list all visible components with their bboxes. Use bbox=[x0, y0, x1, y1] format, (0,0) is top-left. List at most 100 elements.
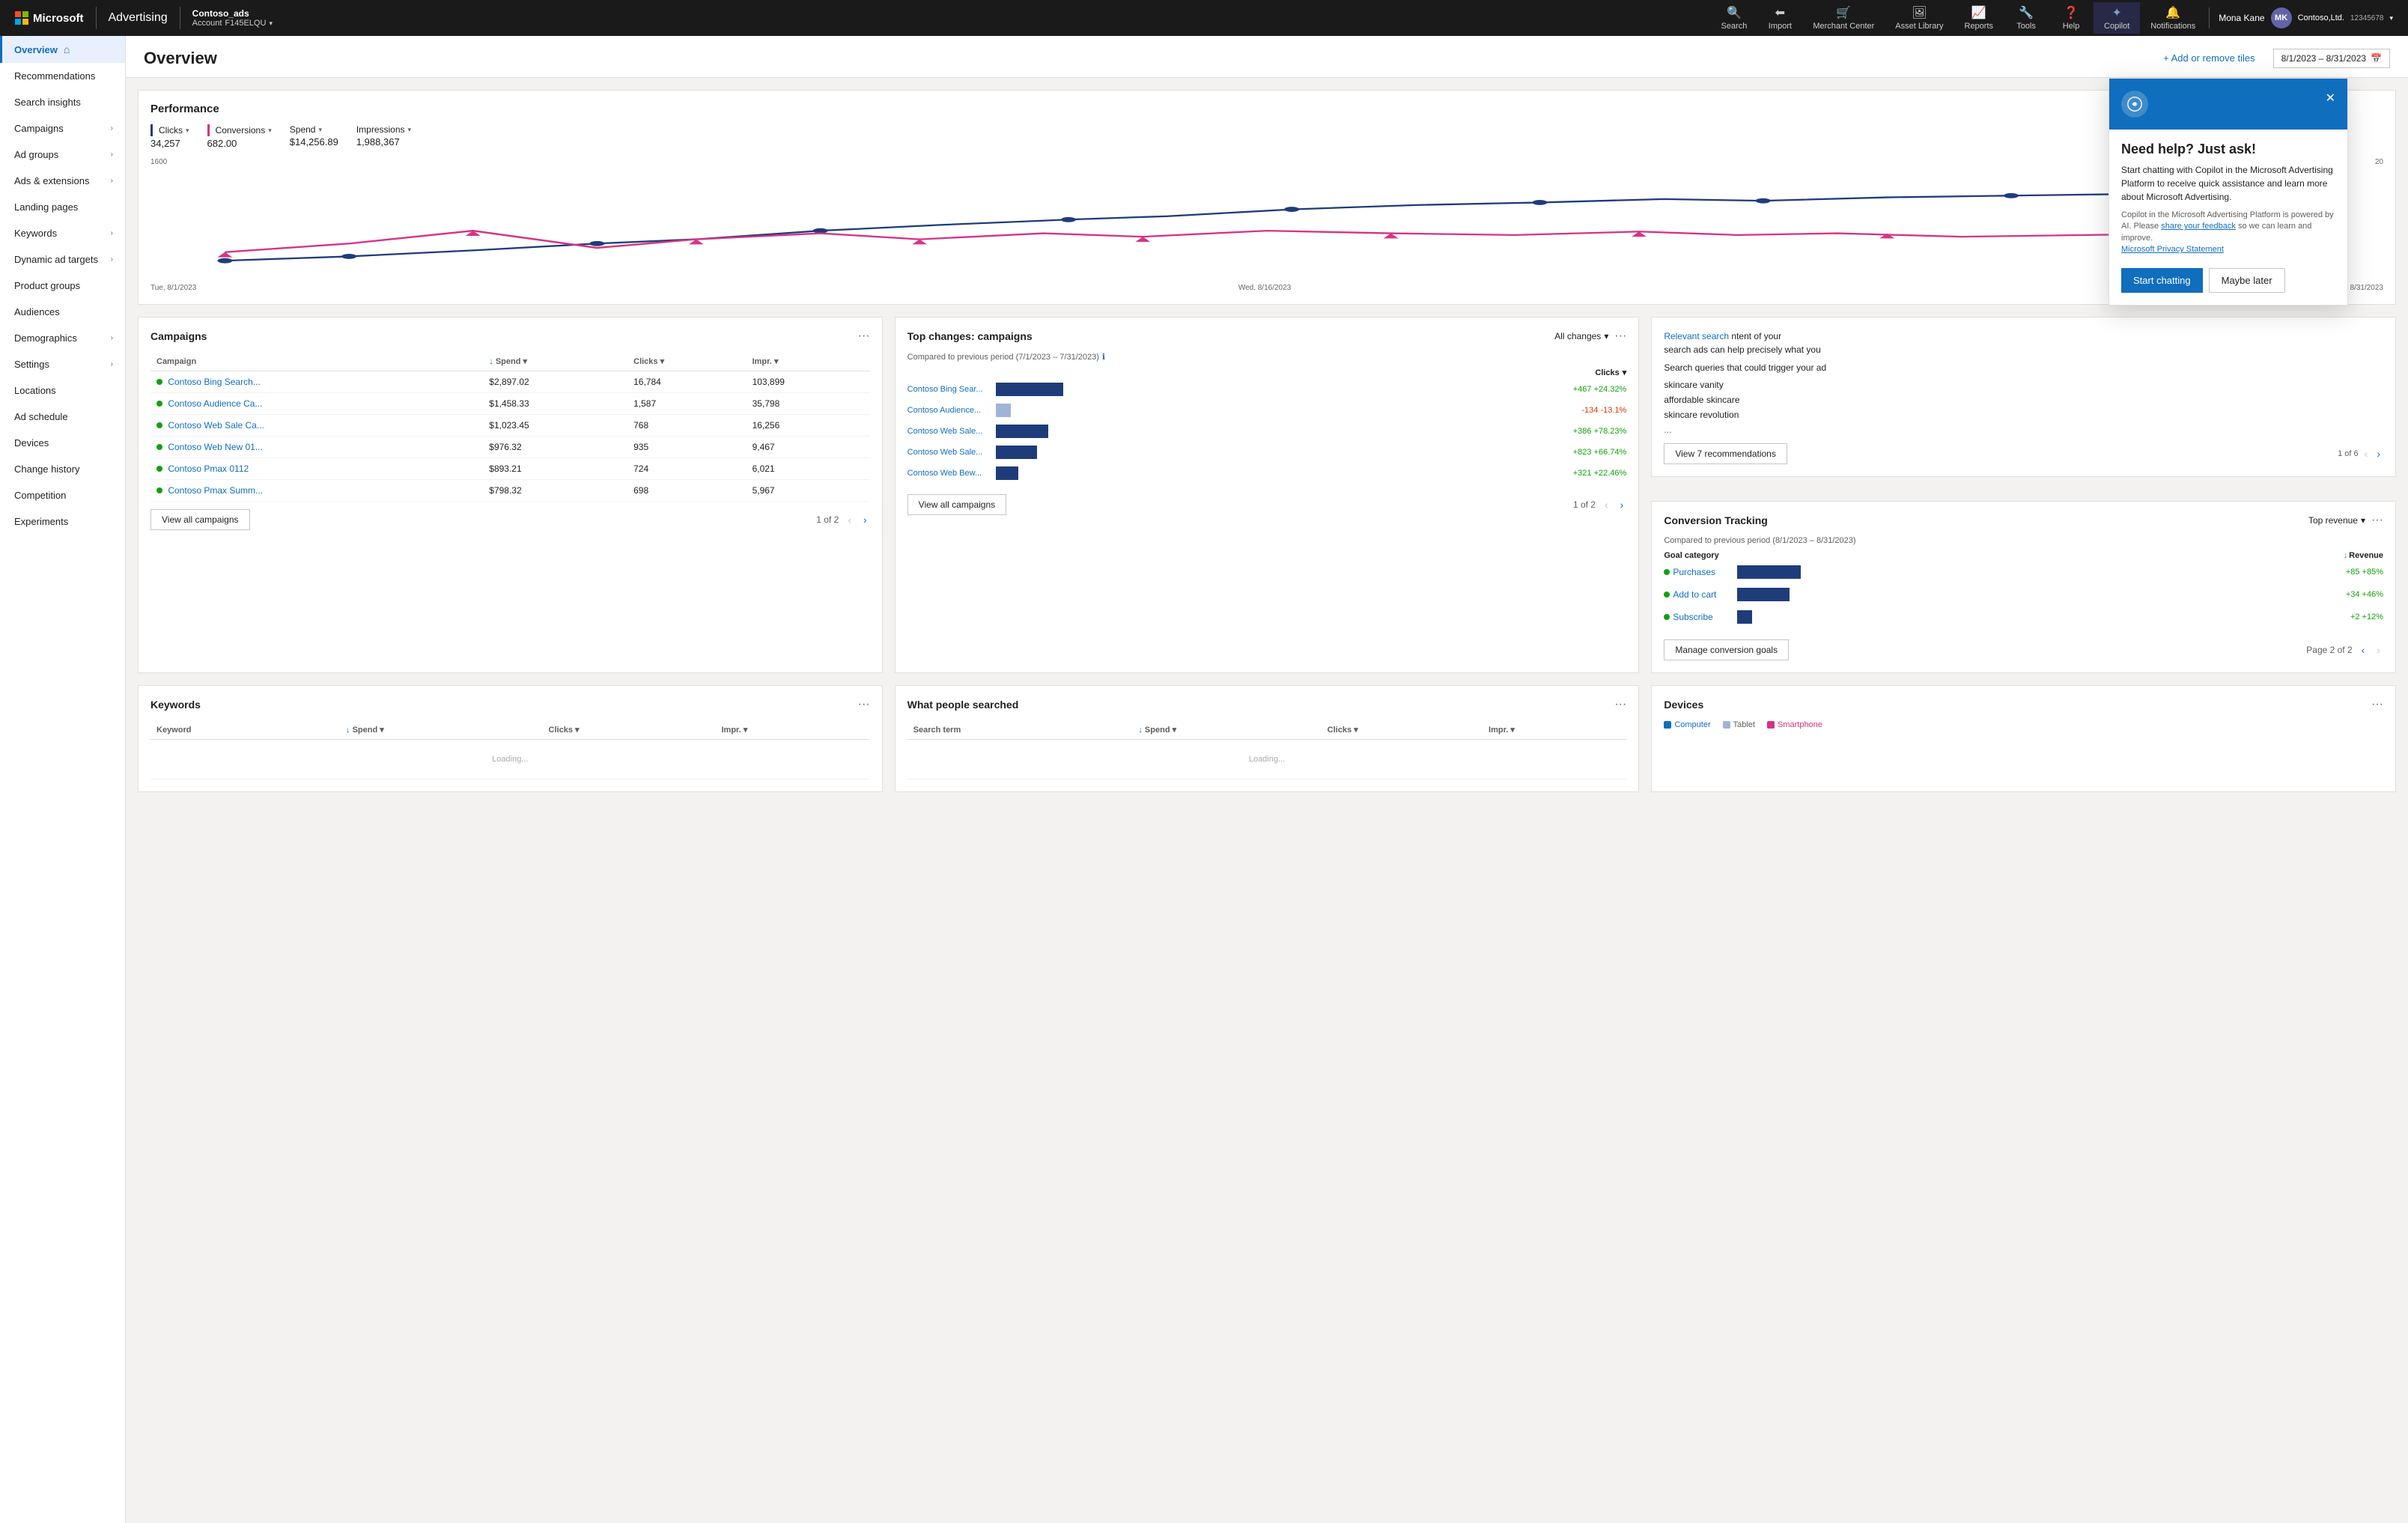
kw-spend-sort-icon[interactable]: ▾ bbox=[380, 726, 384, 735]
searched-spend-sort-icon[interactable]: ▾ bbox=[1173, 726, 1177, 735]
top-changes-title: Top changes: campaigns bbox=[907, 330, 1033, 342]
top-change-label[interactable]: Contoso Bing Sear... bbox=[907, 385, 990, 394]
top-changes-more-icon[interactable]: ··· bbox=[1614, 329, 1626, 343]
sidebar-item-ad-groups[interactable]: Ad groups › bbox=[0, 142, 125, 168]
what-searched-more-icon[interactable]: ··· bbox=[1614, 698, 1626, 711]
clicks-sort-icon[interactable]: ▾ bbox=[660, 357, 665, 366]
keywords-card-header: Keywords ··· bbox=[150, 698, 870, 711]
keywords-more-icon[interactable]: ··· bbox=[858, 698, 870, 711]
date-range-value: 8/1/2023 – 8/31/2023 bbox=[2281, 53, 2366, 64]
conv-prev-button[interactable]: ‹ bbox=[2359, 644, 2368, 656]
sidebar-item-experiments[interactable]: Experiments bbox=[0, 508, 125, 535]
privacy-link[interactable]: Microsoft Privacy Statement bbox=[2121, 245, 2224, 254]
clicks-color-bar bbox=[150, 124, 153, 136]
sidebar-item-overview[interactable]: Overview ⌂ bbox=[0, 36, 125, 63]
campaign-name-link[interactable]: Contoso Pmax Summ... bbox=[168, 485, 263, 496]
sidebar-item-dynamic-ad-targets[interactable]: Dynamic ad targets › bbox=[0, 246, 125, 273]
searched-clicks-sort-icon[interactable]: ▾ bbox=[1354, 726, 1358, 735]
searched-impr-sort-icon[interactable]: ▾ bbox=[1510, 726, 1515, 735]
rec-next-button[interactable]: › bbox=[2374, 448, 2383, 460]
sidebar-item-audiences[interactable]: Audiences bbox=[0, 299, 125, 325]
nav-item-import[interactable]: ⬅ Import bbox=[1757, 2, 1802, 34]
keywords-header-row: Keyword ↓ Spend ▾ Clicks ▾ bbox=[150, 720, 870, 740]
campaigns-col-impr: Impr. ▾ bbox=[747, 352, 870, 371]
sidebar-item-settings[interactable]: Settings › bbox=[0, 351, 125, 377]
top-change-label[interactable]: Contoso Web Sale... bbox=[907, 427, 990, 436]
spend-label: Spend bbox=[290, 124, 316, 135]
campaign-name-link[interactable]: Contoso Bing Search... bbox=[168, 377, 260, 387]
top-change-label[interactable]: Contoso Web Bew... bbox=[907, 469, 990, 478]
impr-sort-icon[interactable]: ▾ bbox=[774, 357, 779, 366]
start-chatting-button[interactable]: Start chatting bbox=[2121, 268, 2203, 293]
top-changes-next-button[interactable]: › bbox=[1617, 499, 1627, 511]
view-all-top-changes-button[interactable]: View all campaigns bbox=[907, 494, 1007, 515]
spend-sort-icon[interactable]: ▾ bbox=[523, 357, 528, 366]
campaign-clicks-cell: 768 bbox=[627, 415, 746, 437]
kw-clicks-sort-icon[interactable]: ▾ bbox=[575, 726, 580, 735]
nav-item-notifications[interactable]: 🔔 Notifications bbox=[2140, 2, 2206, 34]
campaign-name-link[interactable]: Contoso Audience Ca... bbox=[168, 398, 262, 409]
sidebar-item-campaigns[interactable]: Campaigns › bbox=[0, 115, 125, 142]
rec-prev-button[interactable]: ‹ bbox=[2362, 448, 2371, 460]
conv-bars: Purchases +85 +85% Add to cart +34 +46% bbox=[1664, 565, 2383, 624]
conv-goal-label[interactable]: Purchases bbox=[1664, 567, 1731, 577]
nav-item-reports[interactable]: 📈 Reports bbox=[1954, 2, 2004, 34]
maybe-later-button[interactable]: Maybe later bbox=[2209, 268, 2285, 293]
feedback-link[interactable]: share your feedback bbox=[2161, 222, 2236, 231]
conv-tracking-title: Conversion Tracking bbox=[1664, 514, 1767, 526]
sidebar-item-product-groups[interactable]: Product groups bbox=[0, 273, 125, 299]
top-change-label[interactable]: Contoso Audience... bbox=[907, 406, 990, 415]
sidebar-item-devices[interactable]: Devices bbox=[0, 430, 125, 456]
campaign-name-link[interactable]: Contoso Web Sale Ca... bbox=[168, 420, 264, 431]
date-range-picker[interactable]: 8/1/2023 – 8/31/2023 📅 bbox=[2273, 49, 2390, 68]
campaigns-more-icon[interactable]: ··· bbox=[858, 329, 870, 343]
sidebar-item-demographics[interactable]: Demographics › bbox=[0, 325, 125, 351]
nav-item-copilot[interactable]: ✦ Copilot bbox=[2094, 2, 2140, 34]
copilot-close-button[interactable]: ✕ bbox=[2326, 91, 2335, 106]
nav-item-help[interactable]: ❓ Help bbox=[2049, 2, 2094, 34]
campaign-name-link[interactable]: Contoso Web New 01... bbox=[168, 442, 263, 452]
all-changes-button[interactable]: All changes ▾ bbox=[1554, 331, 1608, 341]
view-recommendations-button[interactable]: View 7 recommendations bbox=[1664, 443, 1787, 464]
add-remove-tiles-button[interactable]: + Add or remove tiles bbox=[2154, 48, 2263, 68]
campaign-name-cell: Contoso Pmax 0112 bbox=[150, 458, 483, 480]
status-dot bbox=[156, 379, 162, 385]
nav-item-asset-library[interactable]: 🖼 Asset Library bbox=[1885, 2, 1954, 34]
microsoft-logo[interactable]: Microsoft bbox=[6, 11, 93, 25]
sidebar-item-ad-schedule[interactable]: Ad schedule bbox=[0, 404, 125, 430]
campaign-name-link[interactable]: Contoso Pmax 0112 bbox=[168, 463, 249, 474]
top-revenue-button[interactable]: Top revenue ▾ bbox=[2308, 515, 2365, 526]
conv-next-button[interactable]: › bbox=[2374, 644, 2383, 656]
conv-goal-label[interactable]: Add to cart bbox=[1664, 589, 1731, 600]
nav-item-merchant-center[interactable]: 🛒 Merchant Center bbox=[1802, 2, 1885, 34]
sidebar-item-ads-extensions[interactable]: Ads & extensions › bbox=[0, 168, 125, 194]
user-section[interactable]: Mona Kane MK Contoso,Ltd. 12345678 ▾ bbox=[2209, 7, 2402, 28]
devices-more-icon[interactable]: ··· bbox=[2371, 698, 2383, 711]
kw-impr-sort-icon[interactable]: ▾ bbox=[744, 726, 748, 735]
top-change-bar-container bbox=[996, 403, 1573, 418]
campaigns-col-spend: ↓ Spend ▾ bbox=[483, 352, 627, 371]
three-col-row: Campaigns ··· Campaign ↓ Spend ▾ bbox=[138, 317, 2396, 673]
conv-tracking-more-icon[interactable]: ··· bbox=[2371, 514, 2383, 527]
demographics-chevron-icon: › bbox=[111, 334, 113, 342]
sidebar-item-competition[interactable]: Competition bbox=[0, 482, 125, 508]
campaigns-prev-button[interactable]: ‹ bbox=[845, 514, 854, 526]
campaigns-next-button[interactable]: › bbox=[860, 514, 870, 526]
sidebar-item-keywords[interactable]: Keywords › bbox=[0, 220, 125, 246]
sidebar-item-change-history[interactable]: Change history bbox=[0, 456, 125, 482]
sidebar-item-locations[interactable]: Locations bbox=[0, 377, 125, 404]
sidebar-item-landing-pages[interactable]: Landing pages bbox=[0, 194, 125, 220]
nav-item-tools[interactable]: 🔧 Tools bbox=[2004, 2, 2049, 34]
sidebar-item-recommendations[interactable]: Recommendations bbox=[0, 63, 125, 89]
conv-goal-label[interactable]: Subscribe bbox=[1664, 612, 1731, 622]
account-section[interactable]: Contoso_ads Account F145ELQU ▾ bbox=[183, 8, 282, 28]
nav-item-search[interactable]: 🔍 Search bbox=[1711, 2, 1758, 34]
copilot-description: Start chatting with Copilot in the Micro… bbox=[2121, 163, 2335, 204]
sidebar-label-ads-extensions: Ads & extensions bbox=[14, 175, 89, 186]
sidebar-item-search-insights[interactable]: Search insights bbox=[0, 89, 125, 115]
company-name: Contoso,Ltd. bbox=[2298, 13, 2344, 22]
top-changes-prev-button[interactable]: ‹ bbox=[1602, 499, 1611, 511]
view-all-campaigns-button[interactable]: View all campaigns bbox=[150, 509, 250, 530]
manage-conversion-goals-button[interactable]: Manage conversion goals bbox=[1664, 639, 1789, 660]
top-change-label[interactable]: Contoso Web Sale... bbox=[907, 448, 990, 457]
